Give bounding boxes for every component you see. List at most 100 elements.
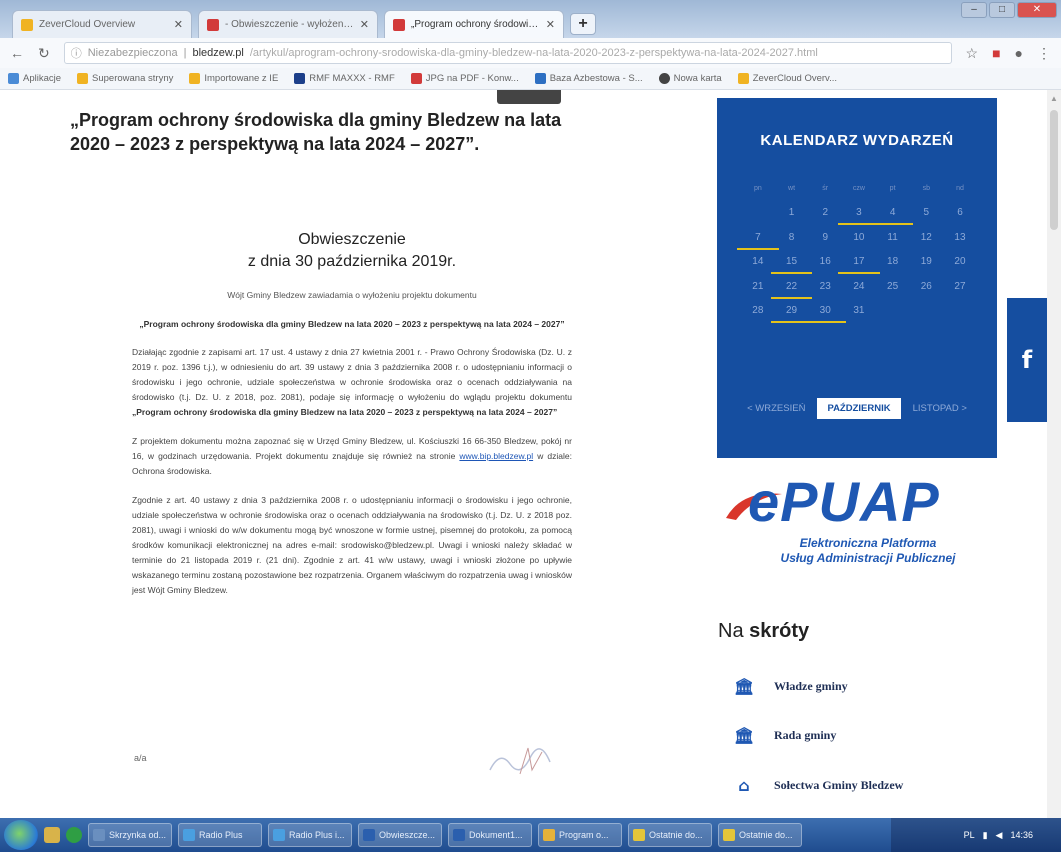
shortcut-rada-gminy[interactable]: 🏛 Rada gminy	[734, 726, 836, 745]
volume-icon[interactable]: ◀	[996, 830, 1003, 841]
taskbar-item[interactable]: Dokument1...	[448, 823, 532, 847]
calendar-day[interactable]: 6	[943, 207, 977, 218]
calendar-day[interactable]: 1	[775, 207, 809, 218]
close-icon[interactable]: ✕	[174, 18, 183, 31]
calendar-day[interactable]: 25	[876, 281, 910, 292]
back-arrow-icon[interactable]: ←	[10, 45, 24, 61]
calendar-day[interactable]: 15	[770, 256, 813, 275]
facebook-button[interactable]: f	[1007, 298, 1047, 422]
taskbar-item[interactable]: Radio Plus	[178, 823, 262, 847]
apps-icon	[8, 73, 19, 84]
calendar-day[interactable]: 12	[909, 232, 943, 243]
calendar-day[interactable]: 8	[775, 232, 809, 243]
page-scrollbar[interactable]: ▲	[1047, 90, 1061, 818]
bookmark[interactable]: ZeverCloud Overv...	[737, 73, 837, 84]
bip-link[interactable]: www.bip.bledzew.pl	[459, 451, 533, 461]
browser-tab[interactable]: - Obwieszczenie - wyłożenie do ✕	[198, 10, 378, 38]
calendar-day[interactable]: 26	[909, 281, 943, 292]
calendar-day[interactable]: 3	[838, 207, 880, 226]
shortcut-solectwa[interactable]: ⌂ Sołectwa Gminy Bledzew	[734, 776, 903, 795]
bookmark[interactable]: Aplikacje	[8, 73, 61, 84]
taskbar-item[interactable]: Radio Plus i...	[268, 823, 352, 847]
explorer-icon[interactable]	[44, 827, 60, 843]
maximize-button[interactable]: □	[989, 2, 1015, 18]
extension-icon[interactable]: ■	[992, 45, 1000, 61]
bookmark[interactable]: JPG na PDF - Konw...	[410, 73, 519, 84]
calendar-day[interactable]: 24	[842, 281, 876, 292]
browser-tab-strip: ZeverCloud Overview ✕ - Obwieszczenie - …	[0, 0, 1061, 38]
current-month: PAŹDZIERNIK	[817, 398, 901, 419]
network-icon[interactable]: ▮	[983, 830, 988, 841]
start-button[interactable]	[4, 820, 38, 850]
folder-icon	[189, 73, 201, 84]
profile-icon[interactable]: ●	[1015, 45, 1023, 61]
doc-program-name: „Program ochrony środowiska dla gminy Bl…	[132, 407, 558, 417]
taskbar-item[interactable]: Skrzynka od...	[88, 823, 172, 847]
url-field[interactable]: ⓘ Niezabezpieczona | bledzew.pl /artykul…	[63, 42, 952, 64]
calendar-day[interactable]: 10	[842, 232, 876, 243]
taskbar-item[interactable]: Obwieszcze...	[358, 823, 442, 847]
bookmark[interactable]: RMF MAXXX - RMF	[294, 73, 395, 84]
calendar-day[interactable]: 2	[808, 207, 842, 218]
calendar-day[interactable]: 28	[741, 305, 775, 316]
calendar-day[interactable]: 7	[737, 232, 779, 250]
minimize-button[interactable]: –	[961, 2, 987, 18]
building-icon: 🏛	[734, 677, 755, 696]
new-tab-button[interactable]: +	[570, 13, 596, 35]
bookmark[interactable]: Baza Azbestowa - S...	[534, 73, 643, 84]
database-icon	[534, 73, 546, 84]
bookmark[interactable]: Importowane z IE	[189, 73, 278, 84]
browser-tab-active[interactable]: „Program ochrony środowiska ✕	[384, 10, 564, 38]
day-header: wt	[788, 184, 796, 192]
calendar-day[interactable]: 30	[804, 305, 846, 324]
info-icon[interactable]: ⓘ	[71, 45, 82, 61]
calendar-day[interactable]: 21	[741, 281, 775, 292]
signature-stamp	[489, 747, 551, 775]
clock[interactable]: 14:36	[1010, 830, 1033, 840]
calendar-day[interactable]: 29	[770, 305, 813, 324]
next-month-button[interactable]: LISTOPAD >	[913, 403, 967, 414]
calendar-week: 123456	[741, 201, 977, 226]
calendar-day[interactable]: 17	[838, 256, 880, 275]
calendar-day[interactable]: 11	[876, 232, 910, 243]
calendar-day[interactable]: 18	[876, 256, 910, 267]
star-icon[interactable]: ☆	[966, 45, 979, 62]
scrollbar-thumb[interactable]	[1050, 110, 1058, 230]
bookmark[interactable]: Superowana stryny	[77, 73, 173, 84]
calendar-day[interactable]: 5	[909, 207, 943, 218]
system-tray: PL ▮ ◀ 14:36	[891, 818, 1061, 852]
calendar-day[interactable]: 27	[943, 281, 977, 292]
calendar-day-headers: pn wt śr czw pt sb nd	[741, 176, 977, 201]
browser-tab[interactable]: ZeverCloud Overview ✕	[12, 10, 192, 38]
taskbar-item[interactable]: Program o...	[538, 823, 622, 847]
close-icon[interactable]: ✕	[360, 18, 369, 31]
close-window-button[interactable]: ✕	[1017, 2, 1057, 18]
language-icon[interactable]: PL	[964, 830, 975, 840]
announcement-document: Obwieszczenie z dnia 30 października 201…	[132, 230, 572, 612]
calendar-day[interactable]: 31	[842, 305, 876, 316]
taskbar-item[interactable]: Ostatnie do...	[718, 823, 802, 847]
doc-signature-note: a/a	[134, 753, 147, 763]
calendar-grid: pn wt śr czw pt sb nd 1 2 3 4 5 6 7 8 9 10 11 12 13 14 15 16 17…	[737, 176, 977, 324]
scroll-up-icon[interactable]: ▲	[1050, 94, 1058, 103]
menu-icon[interactable]: ⋮	[1037, 45, 1051, 62]
prev-month-button[interactable]: < WRZESIEŃ	[747, 403, 805, 414]
building-icon: 🏛	[734, 726, 755, 745]
calendar-day[interactable]: 16	[808, 256, 842, 267]
calendar-day[interactable]: 4	[871, 207, 914, 226]
calendar-day[interactable]: 9	[808, 232, 842, 243]
calendar-day[interactable]: 13	[943, 232, 977, 243]
shortcut-wladze-gminy[interactable]: 🏛 Władze gminy	[734, 677, 848, 696]
taskbar-item[interactable]: Ostatnie do...	[628, 823, 712, 847]
doc-date: z dnia 30 października 2019r.	[247, 253, 457, 270]
epuap-logo[interactable]: ePUAP Elektroniczna Platforma Usług Admi…	[724, 470, 974, 580]
chrome-icon[interactable]	[66, 827, 82, 843]
calendar-day[interactable]: 14	[741, 256, 775, 267]
close-icon[interactable]: ✕	[546, 18, 555, 31]
calendar-day[interactable]: 23	[808, 281, 842, 292]
calendar-day[interactable]: 19	[909, 256, 943, 267]
calendar-day[interactable]: 22	[770, 281, 813, 299]
bookmark[interactable]: Nowa karta	[658, 73, 722, 84]
reload-icon[interactable]: ↻	[38, 45, 50, 62]
calendar-day[interactable]: 20	[943, 256, 977, 267]
